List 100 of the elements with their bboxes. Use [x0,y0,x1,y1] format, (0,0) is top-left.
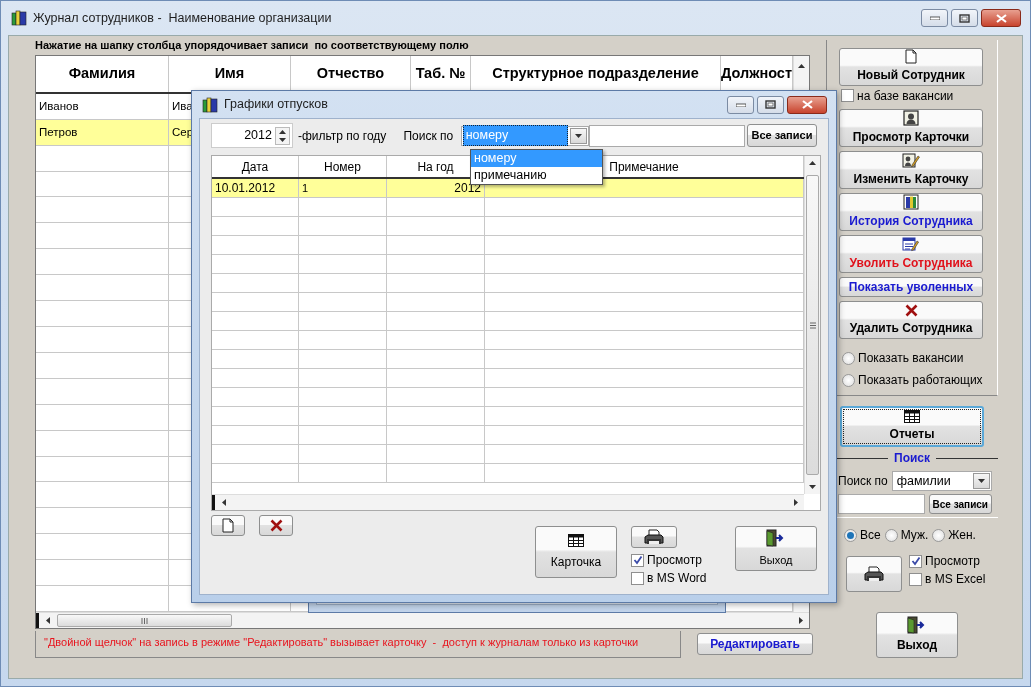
radio-button[interactable] [932,528,946,542]
maximize-button[interactable] [757,95,784,114]
action-button[interactable]: Изменить Карточку [839,150,983,189]
radio-label: Жен. [948,527,976,544]
action-button[interactable]: Просмотр Карточки [839,108,983,147]
up-arrow-icon [798,64,805,68]
reports-button[interactable]: Отчеты [840,406,984,447]
table-icon [568,533,584,547]
action-button[interactable]: Уволить Сотрудника [839,234,983,273]
left-arrow-icon [222,499,226,506]
field-label: Поиск по [838,473,888,490]
printer-icon [864,565,884,583]
maximize-icon [765,100,776,109]
exit-button[interactable]: Выход [735,526,817,571]
hint-text: "Двойной щелчок" на запись в режиме "Редактировать" вызывает карточку - доступ к журналам только из карточки [35,631,681,658]
exit-button[interactable]: Выход [876,612,958,658]
right-arrow-icon [799,617,803,624]
delete-icon [904,303,918,317]
search-field[interactable] [588,124,745,147]
all-records-button[interactable]: Все записи [746,124,817,147]
column-header[interactable]: На год [417,157,454,176]
close-button[interactable] [981,9,1021,27]
column-header[interactable]: Примечание [609,157,679,176]
minimize-button[interactable] [921,9,948,27]
down-arrow-icon [574,133,582,138]
action-button[interactable]: Новый Сотрудник [839,48,983,86]
card-button[interactable]: Карточка [535,526,617,578]
radio-button[interactable] [842,373,855,387]
checkbox-label: Просмотр [647,552,702,569]
checkbox-label: на базе вакансии [857,87,954,105]
close-icon [995,13,1007,23]
notepad-pencil-icon [902,235,920,252]
table-icon [904,410,920,423]
action-button[interactable]: Показать уволенных [839,276,983,298]
dropdown-field[interactable]: фамилии [891,471,992,491]
checkbox[interactable] [909,572,922,586]
down-arrow-icon [978,479,985,483]
checkmark-icon [910,556,921,566]
delete-button[interactable] [259,515,293,536]
minimize-button[interactable] [727,95,754,114]
horizontal-scrollbar[interactable] [212,494,804,510]
action-button[interactable]: Удалить Сотрудника [839,301,983,339]
table-cell: 1 [299,179,387,197]
action-button[interactable]: История Сотрудника [839,192,983,231]
exit-door-icon [766,528,786,547]
maximize-icon [959,13,970,23]
down-arrow-icon [809,485,816,489]
table-cell: 10.01.2012 [212,179,299,197]
minimize-icon [929,16,940,20]
edit-button[interactable]: Редактировать [697,633,813,656]
section-title: Поиск [894,450,930,467]
radio-button[interactable] [884,528,898,542]
year-spinner[interactable]: 2012 [211,123,293,148]
card-pencil-icon [902,151,920,168]
column-header[interactable]: Должност [721,56,793,92]
field-label: -фильтр по году [297,127,388,145]
checkbox[interactable] [841,89,854,103]
window-title: Журнал сотрудников - Наименование организации [33,9,332,27]
down-arrow-icon [278,137,286,142]
printer-icon [644,528,664,546]
radio-label: Все [860,527,881,544]
field-label: Поиск по [403,127,455,145]
close-button[interactable] [787,95,827,114]
print-button[interactable] [631,526,677,548]
all-records-button[interactable]: Все записи [928,494,992,514]
left-arrow-icon [46,617,50,624]
delete-icon [269,519,283,532]
column-header[interactable]: Номер [324,157,361,176]
grip-icon [141,617,148,624]
checkbox-label: в MS Word [647,570,707,587]
radio-button[interactable] [844,528,857,542]
new-record-button[interactable] [211,515,245,536]
vertical-scrollbar[interactable] [804,156,820,494]
horizontal-scrollbar[interactable] [36,612,809,628]
checkbox[interactable] [909,554,922,568]
column-header[interactable]: Дата [241,157,269,176]
books-icon [11,10,28,26]
exit-door-icon [907,616,927,634]
document-icon [222,518,234,533]
table-cell: Петров [36,119,169,145]
grip-icon [809,321,816,329]
print-button[interactable] [846,556,902,592]
checkbox-label: Просмотр [925,553,980,570]
radio-label: Муж. [900,527,929,544]
document-icon [905,49,917,65]
id-card-icon [903,109,919,126]
maximize-button[interactable] [951,9,978,27]
close-icon [801,100,813,109]
up-arrow-icon [278,129,286,134]
checkmark-icon [632,555,643,565]
books-icon [202,96,219,113]
radio-button[interactable] [842,351,855,365]
table-cell: Иванов [36,93,169,119]
search-field[interactable] [838,494,925,514]
right-arrow-icon [794,499,798,506]
checkbox[interactable] [631,571,644,585]
minimize-icon [735,102,746,107]
checkbox-label: в MS Excel [925,571,986,588]
up-arrow-icon [809,161,816,165]
checkbox[interactable] [631,553,644,567]
